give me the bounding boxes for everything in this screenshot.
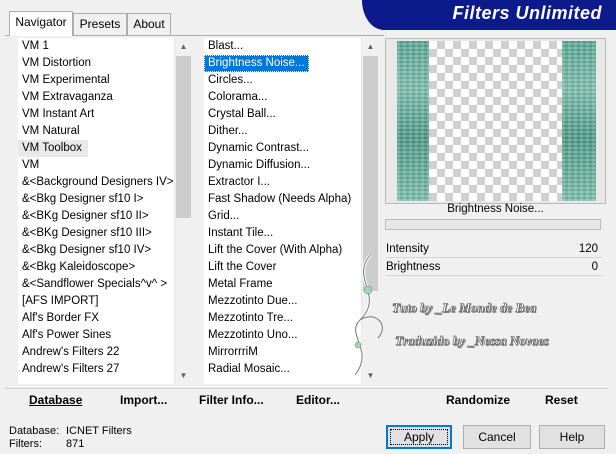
category-item[interactable]: VM Instant Art bbox=[18, 106, 174, 123]
param-divider bbox=[386, 275, 602, 276]
preview-teal-strip-left bbox=[397, 41, 429, 201]
brand-title: Filters Unlimited bbox=[452, 3, 602, 23]
scroll-down-arrow-icon[interactable]: ▼ bbox=[175, 367, 192, 384]
filter-item[interactable]: Grid... bbox=[204, 208, 361, 225]
category-item[interactable]: &<BKg Designer sf10 III> bbox=[18, 225, 174, 242]
preview-caption: Brightness Noise... bbox=[447, 203, 544, 215]
tab-about[interactable]: About bbox=[127, 13, 171, 35]
filter-item[interactable]: Brightness Noise... bbox=[204, 55, 309, 72]
help-button[interactable]: Help bbox=[539, 425, 605, 449]
filter-item[interactable]: Dither... bbox=[204, 123, 361, 140]
category-item[interactable]: VM Toolbox bbox=[18, 140, 88, 157]
filter-item[interactable]: Extractor I... bbox=[204, 174, 361, 191]
apply-button[interactable]: Apply bbox=[386, 425, 452, 449]
param-value: 120 bbox=[578, 243, 598, 255]
filters-count: 871 bbox=[66, 438, 85, 450]
preview-teal-strip-right bbox=[562, 41, 596, 201]
filter-item[interactable]: Blast... bbox=[204, 38, 361, 55]
category-item[interactable]: VM bbox=[18, 157, 174, 174]
filter-item[interactable]: Dynamic Contrast... bbox=[204, 140, 361, 157]
filter-info-button[interactable]: Filter Info... bbox=[199, 392, 264, 408]
reset-button[interactable]: Reset bbox=[545, 392, 578, 408]
watermark-line-1: Tuto by _Le Monde de Bea bbox=[392, 300, 537, 316]
category-item[interactable]: VM Extravaganza bbox=[18, 89, 174, 106]
category-item[interactable]: &<Bkg Designer sf10 IV> bbox=[18, 242, 174, 259]
preview-frame bbox=[385, 38, 606, 204]
param-brightness[interactable]: Brightness 0 bbox=[386, 259, 602, 275]
param-intensity[interactable]: Intensity 120 bbox=[386, 241, 602, 257]
randomize-button[interactable]: Randomize bbox=[446, 392, 510, 408]
category-item[interactable]: VM Natural bbox=[18, 123, 174, 140]
cancel-button[interactable]: Cancel bbox=[463, 425, 531, 449]
watermark-line-2: Traduzido by _Nessa Novaes bbox=[395, 333, 549, 349]
scroll-up-arrow-icon[interactable]: ▲ bbox=[362, 38, 379, 55]
filter-item[interactable]: Instant Tile... bbox=[204, 225, 361, 242]
category-item[interactable]: Alf's Power Sines bbox=[18, 327, 174, 344]
brand-banner: Filters Unlimited bbox=[362, 0, 616, 30]
category-scrollbar[interactable]: ▲ ▼ bbox=[174, 38, 191, 384]
category-item[interactable]: VM Experimental bbox=[18, 72, 174, 89]
editor-button[interactable]: Editor... bbox=[296, 392, 340, 408]
filter-item[interactable]: Fast Shadow (Needs Alpha) bbox=[204, 191, 361, 208]
database-label: Database: bbox=[9, 425, 60, 437]
preview-image bbox=[397, 41, 596, 201]
category-list[interactable]: VM 1 VM Distortion VM Experimental VM Extra… bbox=[18, 38, 174, 384]
category-item[interactable]: Andrew's Filters 27 bbox=[18, 361, 174, 378]
category-item[interactable]: Andrew's Filters 22 bbox=[18, 344, 174, 361]
category-scroll-thumb[interactable] bbox=[176, 56, 191, 218]
param-value: 0 bbox=[591, 261, 598, 273]
database-value: ICNET Filters bbox=[66, 425, 132, 437]
category-item[interactable]: VM Distortion bbox=[18, 55, 174, 72]
flourish-icon bbox=[353, 254, 383, 376]
progress-bar bbox=[385, 219, 601, 230]
tab-navigator[interactable]: Navigator bbox=[9, 11, 73, 36]
filter-item[interactable]: Crystal Ball... bbox=[204, 106, 361, 123]
filter-item[interactable]: Dynamic Diffusion... bbox=[204, 157, 361, 174]
category-item[interactable]: &<Background Designers IV> bbox=[18, 174, 174, 191]
category-item[interactable]: [AFS IMPORT] bbox=[18, 293, 174, 310]
filter-item[interactable]: Circles... bbox=[204, 72, 361, 89]
param-divider bbox=[386, 257, 602, 258]
category-item[interactable]: &<Bkg Designer sf10 I> bbox=[18, 191, 174, 208]
category-item[interactable]: Alf's Border FX bbox=[18, 310, 174, 327]
category-item[interactable]: &<Sandflower Specials^v^ > bbox=[18, 276, 174, 293]
scroll-up-arrow-icon[interactable]: ▲ bbox=[175, 38, 192, 55]
category-item[interactable]: VM 1 bbox=[18, 38, 174, 55]
tab-presets[interactable]: Presets bbox=[73, 13, 127, 35]
category-item[interactable]: &<Bkg Kaleidoscope> bbox=[18, 259, 174, 276]
import-button[interactable]: Import... bbox=[120, 392, 167, 408]
category-item[interactable]: &<BKg Designer sf10 II> bbox=[18, 208, 174, 225]
filters-label: Filters: bbox=[9, 438, 42, 450]
database-button[interactable]: Database bbox=[29, 392, 82, 408]
filter-item[interactable]: Colorama... bbox=[204, 89, 361, 106]
